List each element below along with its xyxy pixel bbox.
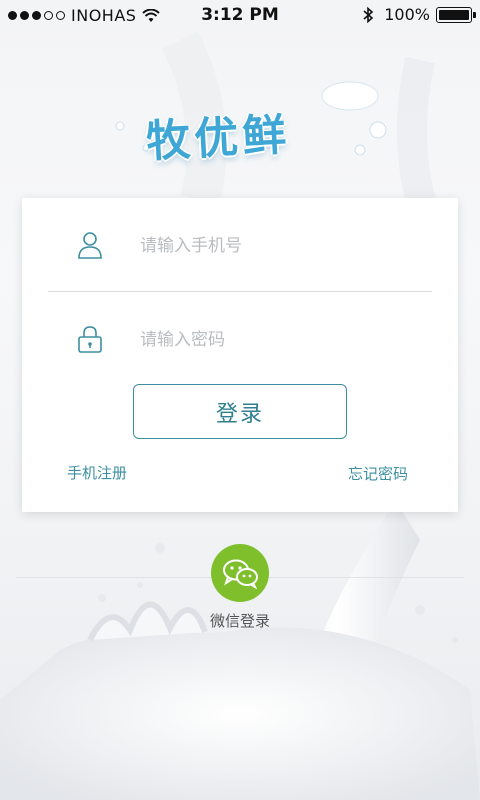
password-field-row [22, 310, 458, 370]
battery-percent: 100% [384, 5, 430, 24]
user-icon [78, 232, 102, 259]
lock-icon [78, 326, 102, 353]
wechat-login-label: 微信登录 [209, 612, 270, 630]
app-logo: 牧优鲜 [110, 70, 400, 180]
phone-input[interactable] [140, 230, 420, 262]
logo-text: 牧优鲜 [144, 109, 292, 168]
status-bar: INOHAS 3:12 PM 100% [0, 0, 480, 30]
bluetooth-icon [363, 6, 374, 23]
register-link[interactable]: 手机注册 [67, 462, 127, 483]
battery-icon [436, 6, 476, 23]
forgot-password-link[interactable]: 忘记密码 [348, 463, 408, 484]
wechat-icon [223, 559, 258, 589]
password-input[interactable] [140, 324, 420, 356]
login-button[interactable]: 登录 [133, 384, 347, 439]
battery-fill [439, 9, 469, 20]
status-right: 100% [362, 5, 476, 24]
form-divider [48, 291, 432, 292]
wechat-login-button[interactable] [211, 544, 269, 602]
phone-field-row [22, 216, 458, 276]
